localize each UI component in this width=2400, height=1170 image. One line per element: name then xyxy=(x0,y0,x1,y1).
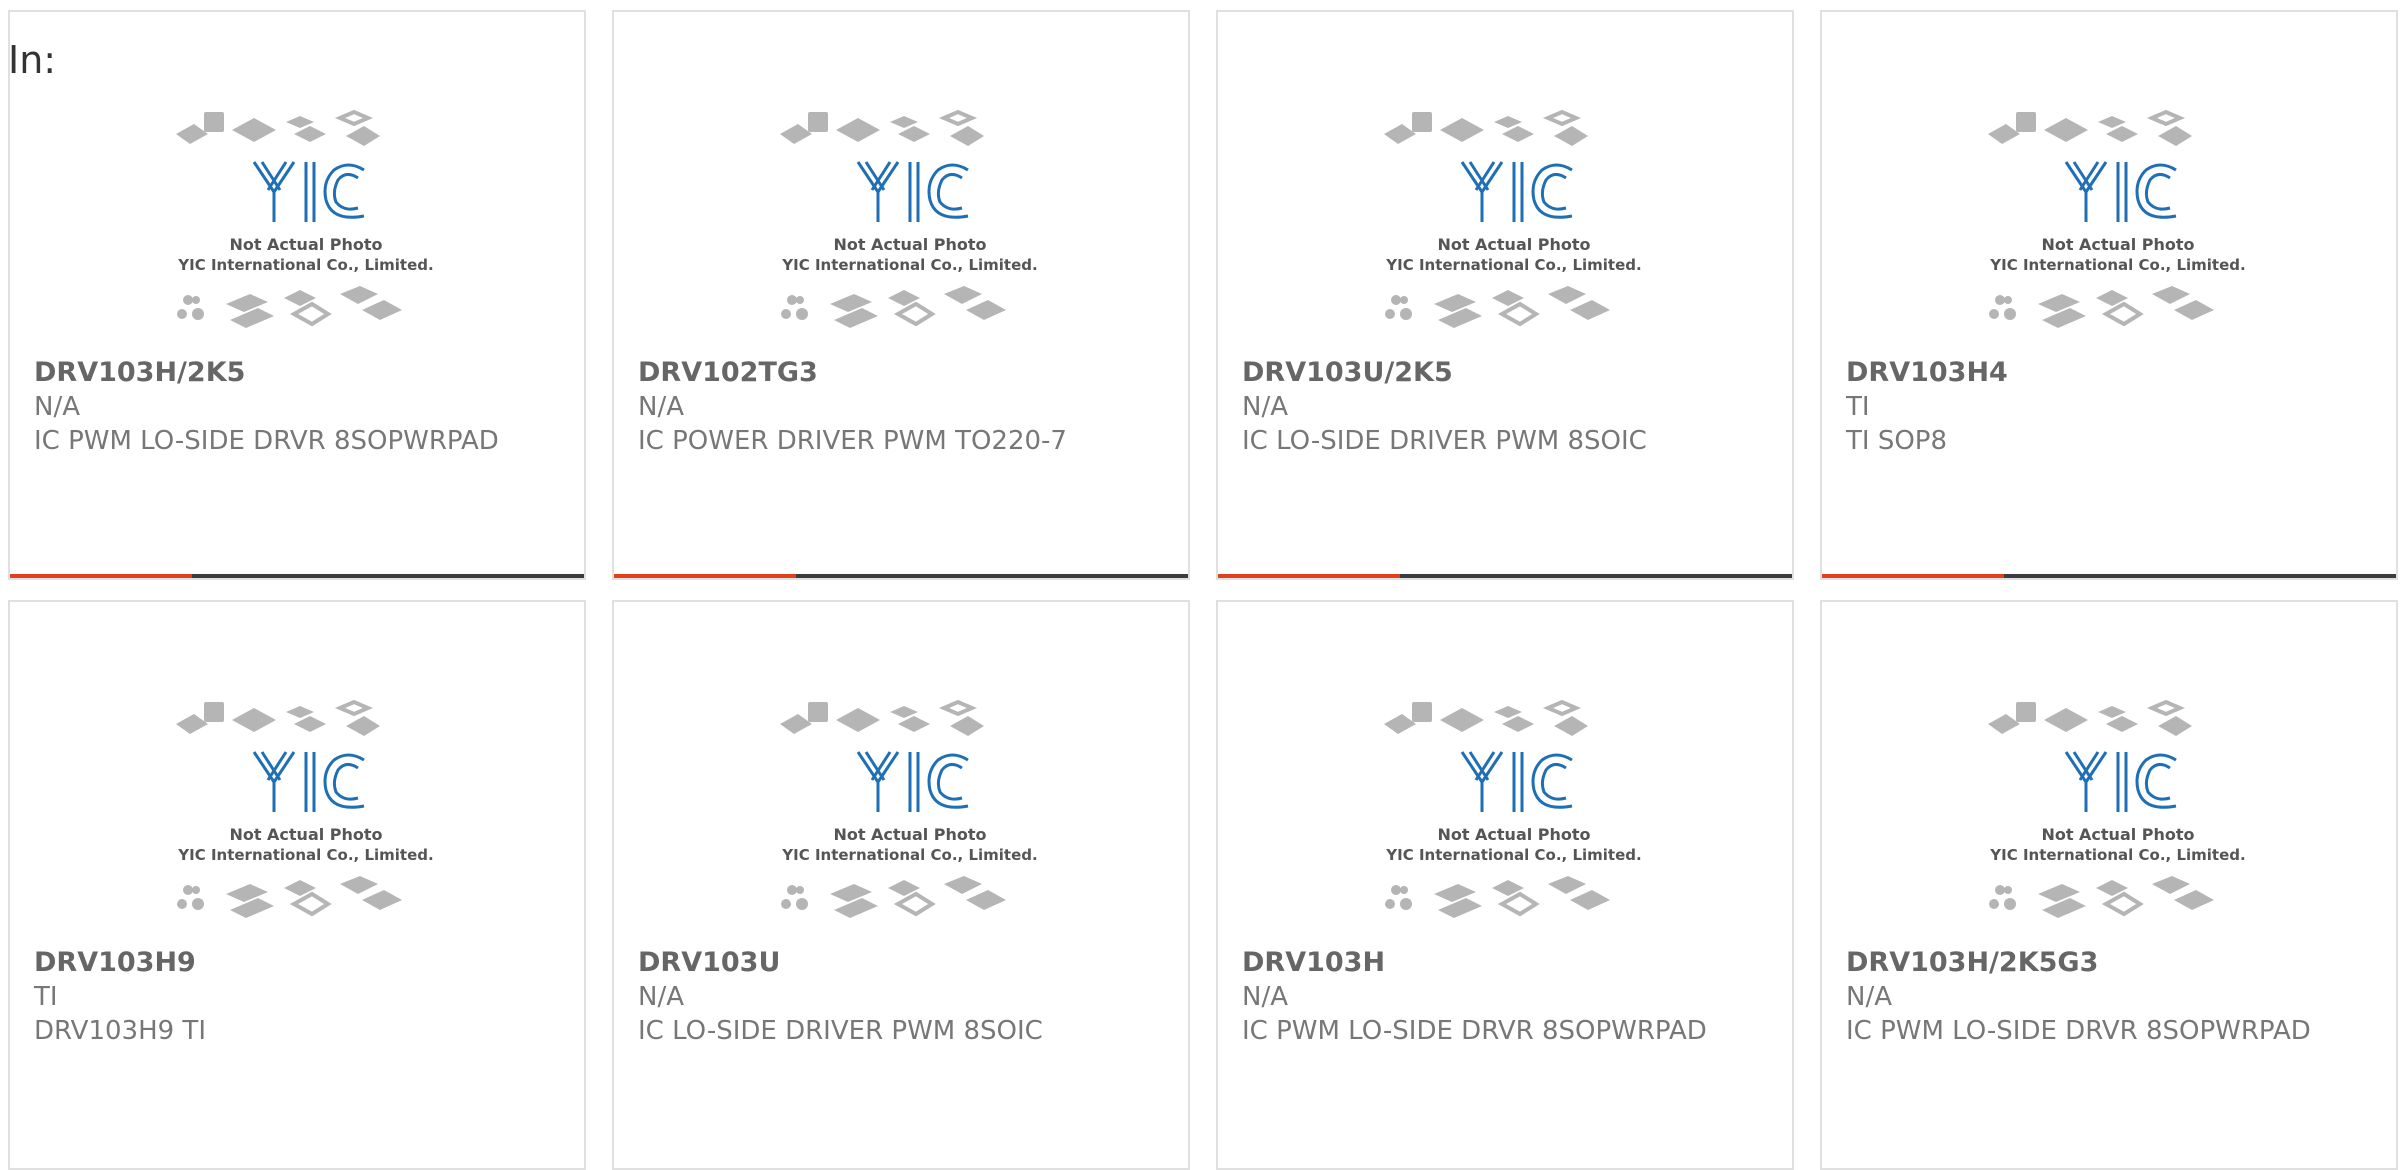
product-card[interactable]: Not Actual Photo YIC International Co., … xyxy=(8,600,586,1170)
part-number[interactable]: DRV103H4 xyxy=(1846,356,2376,390)
product-placeholder-image: Not Actual Photo YIC International Co., … xyxy=(168,690,444,938)
placeholder-line-2: YIC International Co., Limited. xyxy=(781,256,1037,274)
card-bar-accent xyxy=(1822,574,2004,578)
product-card[interactable]: Not Actual Photo YIC International Co., … xyxy=(8,10,586,580)
card-bar xyxy=(614,574,1188,578)
description: IC PWM LO-SIDE DRVR 8SOPWRPAD xyxy=(1846,1016,2311,1046)
part-number[interactable]: DRV103H xyxy=(1242,946,1772,980)
product-placeholder-image: Not Actual Photo YIC International Co., … xyxy=(772,690,1048,938)
part-number[interactable]: DRV103H9 xyxy=(34,946,564,980)
product-placeholder-image: Not Actual Photo YIC International Co., … xyxy=(772,100,1048,348)
description: IC LO-SIDE DRIVER PWM 8SOIC xyxy=(638,1016,1043,1046)
product-card[interactable]: Not Actual Photo YIC International Co., … xyxy=(1216,600,1794,1170)
placeholder-line-2: YIC International Co., Limited. xyxy=(1385,256,1641,274)
description: TI SOP8 xyxy=(1846,426,1948,456)
description: DRV103H9 TI xyxy=(34,1016,206,1046)
placeholder-line-2: YIC International Co., Limited. xyxy=(1989,256,2245,274)
placeholder-line-1: Not Actual Photo xyxy=(2041,825,2194,844)
description: IC POWER DRIVER PWM TO220-7 xyxy=(638,426,1067,456)
card-bar xyxy=(1218,574,1792,578)
placeholder-line-1: Not Actual Photo xyxy=(833,235,986,254)
manufacturer: N/A xyxy=(1846,982,1892,1012)
product-card[interactable]: Not Actual Photo YIC International Co., … xyxy=(1820,600,2398,1170)
product-card[interactable]: Not Actual Photo YIC International Co., … xyxy=(1216,10,1794,580)
part-number[interactable]: DRV103H/2K5 xyxy=(34,356,564,390)
product-placeholder-image: Not Actual Photo YIC International Co., … xyxy=(1980,100,2256,348)
placeholder-line-2: YIC International Co., Limited. xyxy=(177,846,433,864)
part-number[interactable]: DRV103U xyxy=(638,946,1168,980)
placeholder-line-1: Not Actual Photo xyxy=(1437,235,1590,254)
placeholder-line-2: YIC International Co., Limited. xyxy=(781,846,1037,864)
card-bar xyxy=(10,574,584,578)
manufacturer: TI xyxy=(34,982,58,1012)
card-bar-accent xyxy=(10,574,192,578)
description: IC PWM LO-SIDE DRVR 8SOPWRPAD xyxy=(1242,1016,1707,1046)
placeholder-line-1: Not Actual Photo xyxy=(833,825,986,844)
part-number[interactable]: DRV102TG3 xyxy=(638,356,1168,390)
product-placeholder-image: Not Actual Photo YIC International Co., … xyxy=(168,100,444,348)
card-bar xyxy=(1822,574,2396,578)
product-card[interactable]: Not Actual Photo YIC International Co., … xyxy=(612,10,1190,580)
part-number[interactable]: DRV103H/2K5G3 xyxy=(1846,946,2376,980)
product-grid: Not Actual Photo YIC International Co., … xyxy=(0,0,2400,1170)
manufacturer: N/A xyxy=(638,392,684,422)
product-placeholder-image: Not Actual Photo YIC International Co., … xyxy=(1980,690,2256,938)
placeholder-line-1: Not Actual Photo xyxy=(229,825,382,844)
card-bar-accent xyxy=(614,574,796,578)
product-placeholder-image: Not Actual Photo YIC International Co., … xyxy=(1376,100,1652,348)
manufacturer: N/A xyxy=(34,392,80,422)
manufacturer: TI xyxy=(1846,392,1870,422)
description: IC PWM LO-SIDE DRVR 8SOPWRPAD xyxy=(34,426,499,456)
in-label: In: xyxy=(8,38,57,82)
placeholder-line-1: Not Actual Photo xyxy=(229,235,382,254)
product-card[interactable]: Not Actual Photo YIC International Co., … xyxy=(1820,10,2398,580)
part-number[interactable]: DRV103U/2K5 xyxy=(1242,356,1772,390)
product-placeholder-image: Not Actual Photo YIC International Co., … xyxy=(1376,690,1652,938)
card-bar-accent xyxy=(1218,574,1400,578)
placeholder-line-1: Not Actual Photo xyxy=(1437,825,1590,844)
product-card[interactable]: Not Actual Photo YIC International Co., … xyxy=(612,600,1190,1170)
placeholder-line-1: Not Actual Photo xyxy=(2041,235,2194,254)
manufacturer: N/A xyxy=(638,982,684,1012)
placeholder-line-2: YIC International Co., Limited. xyxy=(1385,846,1641,864)
description: IC LO-SIDE DRIVER PWM 8SOIC xyxy=(1242,426,1647,456)
manufacturer: N/A xyxy=(1242,982,1288,1012)
placeholder-line-2: YIC International Co., Limited. xyxy=(1989,846,2245,864)
manufacturer: N/A xyxy=(1242,392,1288,422)
placeholder-line-2: YIC International Co., Limited. xyxy=(177,256,433,274)
